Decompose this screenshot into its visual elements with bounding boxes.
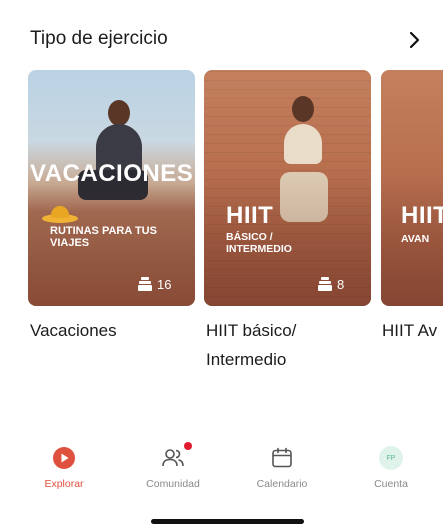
tab-calendario[interactable]: Calendario	[237, 432, 327, 492]
bottom-tab-bar: Explorar Comunidad Calendario FP Cuenta	[0, 432, 443, 492]
section-title: Tipo de ejercicio	[30, 28, 168, 49]
chevron-right-icon[interactable]	[404, 30, 424, 50]
card-image-title: HIIT	[226, 202, 274, 229]
workout-count: 8	[337, 276, 345, 292]
calendar-icon	[272, 447, 292, 468]
card-label-hiit-basico[interactable]: HIIT básico/ Intermedio	[206, 316, 326, 374]
play-circle-icon	[53, 447, 75, 469]
tab-label: Calendario	[256, 478, 308, 490]
exercise-type-carousel[interactable]: VACACIONES RUTINAS PARA TUS VIAJES 16 HI…	[0, 70, 443, 310]
tab-comunidad[interactable]: Comunidad	[128, 432, 218, 492]
hat-icon	[42, 206, 78, 224]
exercise-card-hiit-basico[interactable]: HIIT BÁSICO / INTERMEDIO 8	[204, 70, 371, 306]
tab-cuenta[interactable]: FP Cuenta	[346, 432, 436, 492]
people-icon	[162, 449, 184, 467]
card-image-subtitle: BÁSICO / INTERMEDIO	[226, 231, 292, 255]
avatar: FP	[379, 446, 403, 470]
tab-label: Comunidad	[146, 478, 200, 490]
card-label-vacaciones[interactable]: Vacaciones	[30, 316, 190, 345]
workout-count: 16	[157, 276, 172, 292]
exercise-card-vacaciones[interactable]: VACACIONES RUTINAS PARA TUS VIAJES 16	[28, 70, 195, 306]
section-header: Tipo de ejercicio	[30, 26, 430, 56]
tab-explorar[interactable]: Explorar	[19, 432, 109, 492]
workout-count-badge: 16	[138, 273, 171, 295]
card-image-title: HIIT	[401, 202, 443, 229]
avatar-initials: FP	[386, 454, 396, 462]
card-image-title: VACACIONES	[30, 160, 194, 187]
tab-label: Cuenta	[374, 478, 408, 490]
card-image-subtitle: RUTINAS PARA TUS VIAJES	[50, 225, 157, 249]
card-image-subtitle: AVAN	[401, 233, 430, 245]
stack-icon	[318, 277, 332, 291]
notification-dot	[184, 442, 192, 450]
workout-count-badge: 8	[318, 273, 344, 295]
card-label-hiit-avanzado[interactable]: HIIT Av	[382, 316, 443, 345]
exercise-card-hiit-avanzado[interactable]: HIIT AVAN	[381, 70, 443, 306]
home-indicator	[151, 519, 304, 524]
tab-label: Explorar	[44, 478, 84, 490]
stack-icon	[138, 277, 152, 291]
